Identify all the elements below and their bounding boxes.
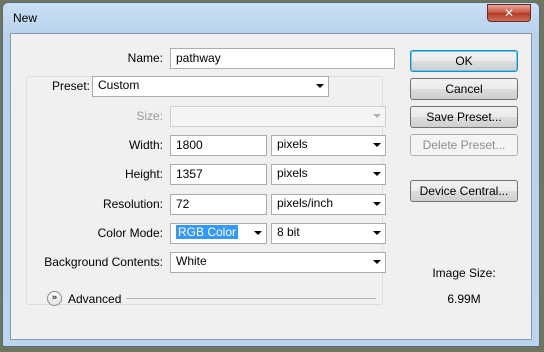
close-icon: ✕ bbox=[503, 6, 515, 20]
advanced-label[interactable]: Advanced bbox=[68, 292, 121, 306]
color-mode-value: RGB Color bbox=[176, 225, 239, 239]
new-document-dialog: New ✕ Name: pathway Preset: Custom Size:… bbox=[2, 2, 540, 347]
background-contents-value: White bbox=[176, 254, 207, 268]
chevron-down-icon bbox=[373, 143, 381, 147]
resolution-unit-value: pixels/inch bbox=[277, 196, 334, 210]
background-contents-label: Background Contents: bbox=[44, 255, 163, 269]
resolution-unit-dropdown[interactable]: pixels/inch bbox=[271, 194, 386, 215]
width-unit-dropdown[interactable]: pixels bbox=[271, 135, 386, 156]
color-mode-label: Color Mode: bbox=[97, 226, 163, 240]
width-input[interactable]: 1800 bbox=[170, 135, 267, 156]
chevron-down-icon bbox=[373, 114, 381, 118]
save-preset-button[interactable]: Save Preset... bbox=[410, 106, 518, 128]
chevron-down-icon bbox=[373, 260, 381, 264]
height-input[interactable]: 1357 bbox=[170, 164, 267, 185]
advanced-toggle[interactable]: » bbox=[47, 291, 62, 306]
chevron-down-icon bbox=[373, 172, 381, 176]
dialog-body: Name: pathway Preset: Custom Size: Width… bbox=[10, 33, 532, 340]
color-mode-dropdown[interactable]: RGB Color bbox=[170, 223, 267, 244]
height-label: Height: bbox=[124, 167, 163, 181]
ok-button[interactable]: OK bbox=[410, 50, 518, 72]
width-label: Width: bbox=[128, 138, 163, 152]
resolution-label: Resolution: bbox=[102, 197, 163, 211]
delete-preset-button[interactable]: Delete Preset... bbox=[410, 134, 518, 156]
advanced-divider bbox=[126, 298, 376, 299]
chevron-down-icon bbox=[316, 84, 324, 88]
resolution-input[interactable]: 72 bbox=[170, 194, 267, 215]
chevron-down-icon bbox=[254, 231, 262, 235]
size-label: Size: bbox=[136, 109, 163, 123]
cancel-button[interactable]: Cancel bbox=[410, 78, 518, 100]
height-unit-value: pixels bbox=[277, 166, 308, 180]
bit-depth-value: 8 bit bbox=[277, 225, 300, 239]
double-chevron-down-icon: » bbox=[51, 293, 58, 303]
close-button[interactable]: ✕ bbox=[487, 4, 531, 22]
preset-dropdown[interactable]: Custom bbox=[92, 76, 329, 97]
window-title: New bbox=[13, 11, 38, 25]
image-size-value: 6.99M bbox=[447, 292, 481, 306]
name-input[interactable]: pathway bbox=[170, 48, 395, 69]
preset-value: Custom bbox=[98, 78, 140, 92]
chevron-down-icon bbox=[373, 202, 381, 206]
chevron-down-icon bbox=[373, 231, 381, 235]
name-label: Name: bbox=[127, 51, 163, 65]
size-dropdown[interactable] bbox=[170, 106, 386, 127]
height-unit-dropdown[interactable]: pixels bbox=[271, 164, 386, 185]
preset-label: Preset: bbox=[42, 79, 94, 93]
image-size-label: Image Size: bbox=[432, 266, 496, 280]
bit-depth-dropdown[interactable]: 8 bit bbox=[271, 223, 386, 244]
device-central-button[interactable]: Device Central... bbox=[410, 180, 518, 202]
title-bar[interactable]: New ✕ bbox=[3, 3, 539, 33]
width-unit-value: pixels bbox=[277, 137, 308, 151]
background-contents-dropdown[interactable]: White bbox=[170, 252, 386, 273]
